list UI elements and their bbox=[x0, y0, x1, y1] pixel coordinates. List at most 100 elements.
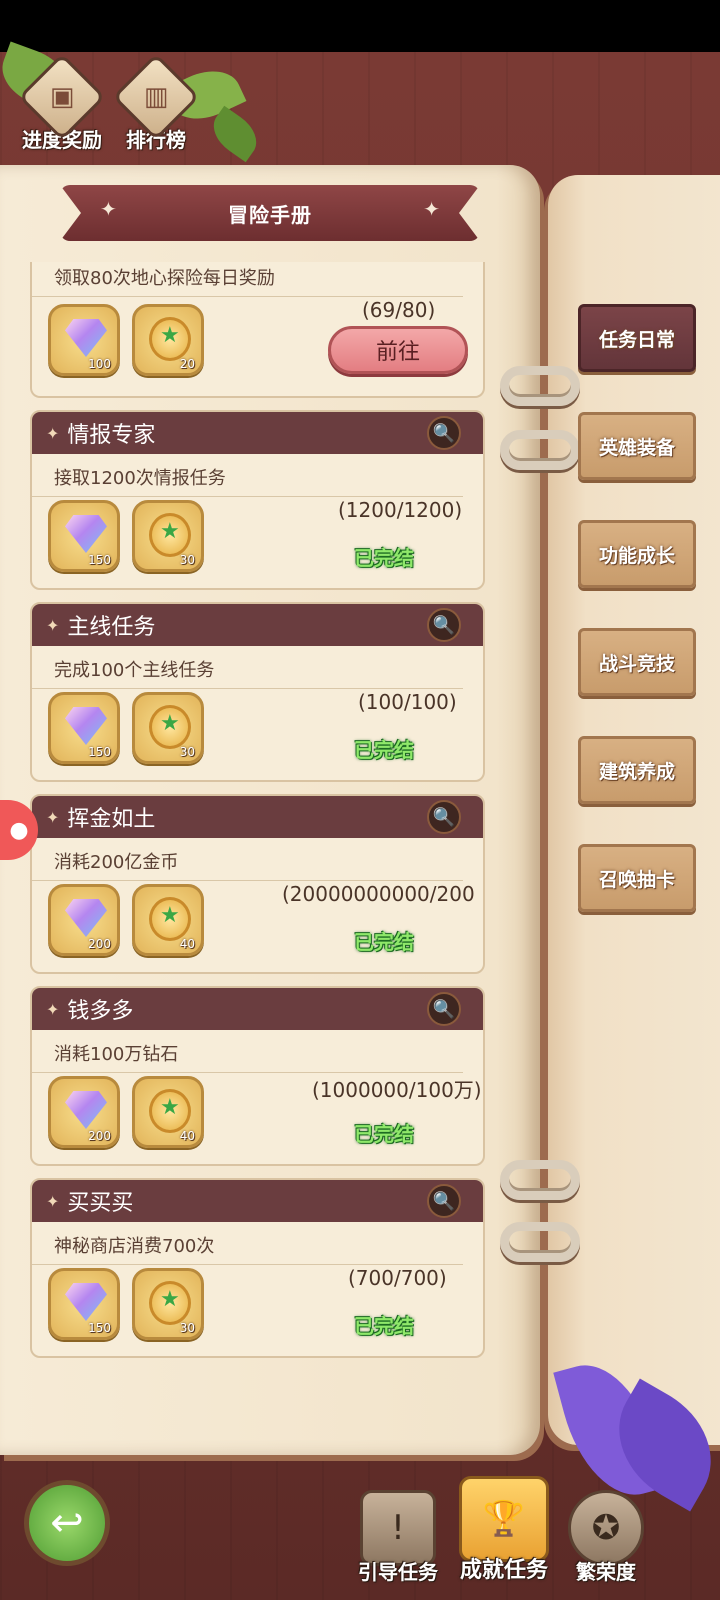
diamond-icon bbox=[65, 1283, 107, 1321]
go-button[interactable]: 前往 bbox=[328, 326, 468, 374]
medal-icon bbox=[149, 705, 191, 749]
task-description: 接取1200次情报任务 bbox=[32, 454, 463, 497]
medal-icon bbox=[149, 897, 191, 941]
task-card: 领取80次地心探险每日奖励 100 20 (69/80) 前往 bbox=[30, 262, 485, 398]
exclamation-icon: ! bbox=[360, 1490, 436, 1566]
task-progress: (100/100) bbox=[358, 690, 457, 714]
reward-gem[interactable]: 200 bbox=[48, 884, 120, 956]
reward-medal[interactable]: 20 bbox=[132, 304, 204, 376]
magnifier-icon[interactable]: 🔍 bbox=[427, 800, 461, 834]
tab-achievement-tasks[interactable]: 🏆 成就任务 bbox=[448, 1476, 560, 1584]
diamond-icon bbox=[65, 707, 107, 745]
magnifier-icon[interactable]: 🔍 bbox=[427, 1184, 461, 1218]
task-progress: (20000000000/200 bbox=[282, 882, 475, 906]
reward-gem[interactable]: 200 bbox=[48, 1076, 120, 1148]
tab-feature-growth[interactable]: 功能成长 bbox=[578, 520, 696, 588]
tab-daily-tasks[interactable]: 任务日常 bbox=[578, 304, 696, 372]
reward-quantity: 30 bbox=[179, 553, 195, 567]
magnifier-icon[interactable]: 🔍 bbox=[427, 416, 461, 450]
task-progress: (1200/1200) bbox=[338, 498, 463, 522]
task-description: 消耗200亿金币 bbox=[32, 838, 463, 881]
reward-quantity: 30 bbox=[179, 1321, 195, 1335]
reward-quantity: 150 bbox=[88, 745, 111, 759]
task-card-header: ✦ 情报专家 🔍 bbox=[32, 412, 483, 454]
task-completed-badge: 已完结 bbox=[354, 1122, 414, 1146]
task-name: 主线任务 bbox=[67, 615, 156, 640]
task-description: 领取80次地心探险每日奖励 bbox=[32, 262, 463, 297]
sparkle-icon: ✦ bbox=[423, 197, 440, 221]
reward-quantity: 30 bbox=[179, 745, 195, 759]
tab-prosperity[interactable]: ✪ 繁荣度 bbox=[558, 1490, 654, 1585]
reward-quantity: 200 bbox=[88, 937, 111, 951]
diamond-icon bbox=[65, 515, 107, 553]
tab-battle-arena[interactable]: 战斗竞技 bbox=[578, 628, 696, 696]
reward-gem[interactable]: 100 bbox=[48, 304, 120, 376]
task-card: ✦ 主线任务 🔍 完成100个主线任务 150 30 (100/100) 已完结 bbox=[30, 602, 485, 782]
title-ribbon: ✦ 冒险手册 ✦ bbox=[60, 185, 480, 241]
progress-reward-button[interactable]: ▣ 进度奖励 bbox=[12, 53, 112, 153]
task-card-header: ✦ 主线任务 🔍 bbox=[32, 604, 483, 646]
sparkle-icon: ✦ bbox=[46, 615, 60, 635]
back-arrow-icon[interactable]: ↩ bbox=[24, 1480, 110, 1566]
reward-medal[interactable]: 30 bbox=[132, 500, 204, 572]
diamond-icon bbox=[65, 899, 107, 937]
book-ring bbox=[500, 430, 580, 470]
task-card-header: ✦ 买买买 🔍 bbox=[32, 1180, 483, 1222]
medal-icon bbox=[149, 1089, 191, 1133]
tab-guide-tasks[interactable]: ! 引导任务 bbox=[350, 1490, 446, 1585]
magnifier-icon[interactable]: 🔍 bbox=[427, 608, 461, 642]
sparkle-icon: ✦ bbox=[46, 999, 60, 1019]
diamond-icon bbox=[65, 1091, 107, 1129]
reward-medal[interactable]: 40 bbox=[132, 884, 204, 956]
diamond-icon bbox=[65, 319, 107, 357]
medal-icon bbox=[149, 317, 191, 361]
task-completed-badge: 已完结 bbox=[354, 738, 414, 762]
tab-hero-equipment[interactable]: 英雄装备 bbox=[578, 412, 696, 480]
reward-gem[interactable]: 150 bbox=[48, 1268, 120, 1340]
sparkle-icon: ✦ bbox=[46, 807, 60, 827]
task-completed-badge: 已完结 bbox=[354, 546, 414, 570]
leaderboard-button[interactable]: ▥ 排行榜 bbox=[106, 53, 206, 153]
sparkle-icon: ✦ bbox=[46, 1191, 60, 1211]
task-completed-badge: 已完结 bbox=[354, 1314, 414, 1338]
reward-gem[interactable]: 150 bbox=[48, 500, 120, 572]
laurel-icon: ✪ bbox=[568, 1490, 644, 1566]
reward-quantity: 200 bbox=[88, 1129, 111, 1143]
reward-medal[interactable]: 40 bbox=[132, 1076, 204, 1148]
reward-quantity: 40 bbox=[179, 1129, 195, 1143]
reward-quantity: 150 bbox=[88, 553, 111, 567]
task-description: 完成100个主线任务 bbox=[32, 646, 463, 689]
reward-quantity: 40 bbox=[179, 937, 195, 951]
tab-label: 引导任务 bbox=[358, 1560, 438, 1584]
reward-quantity: 150 bbox=[88, 1321, 111, 1335]
magnifier-icon[interactable]: 🔍 bbox=[427, 992, 461, 1026]
reward-quantity: 100 bbox=[88, 357, 111, 371]
tab-building[interactable]: 建筑养成 bbox=[578, 736, 696, 804]
reward-gem[interactable]: 150 bbox=[48, 692, 120, 764]
page-title: 冒险手册 bbox=[228, 202, 312, 227]
tab-label: 繁荣度 bbox=[576, 1560, 636, 1584]
book-ring bbox=[500, 1222, 580, 1262]
sparkle-icon: ✦ bbox=[46, 423, 60, 443]
tab-summon[interactable]: 召唤抽卡 bbox=[578, 844, 696, 912]
task-name: 情报专家 bbox=[67, 423, 156, 448]
task-card: ✦ 钱多多 🔍 消耗100万钻石 200 40 (1000000/100万) 已… bbox=[30, 986, 485, 1166]
reward-quantity: 20 bbox=[179, 357, 195, 371]
book-ring bbox=[500, 1160, 580, 1200]
task-card-header: ✦ 挥金如土 🔍 bbox=[32, 796, 483, 838]
reward-medal[interactable]: 30 bbox=[132, 692, 204, 764]
task-description: 消耗100万钻石 bbox=[32, 1030, 463, 1073]
book-ring bbox=[500, 366, 580, 406]
task-progress-clip: (20000000000/200 bbox=[282, 876, 487, 910]
task-name: 买买买 bbox=[67, 1191, 134, 1216]
task-card: ✦ 情报专家 🔍 接取1200次情报任务 150 30 (1200/1200) … bbox=[30, 410, 485, 590]
task-card: ✦ 挥金如土 🔍 消耗200亿金币 200 40 (20000000000/20… bbox=[30, 794, 485, 974]
task-progress: (700/700) bbox=[348, 1266, 447, 1290]
status-bar bbox=[0, 0, 720, 52]
reward-medal[interactable]: 30 bbox=[132, 1268, 204, 1340]
task-completed-badge: 已完结 bbox=[354, 930, 414, 954]
task-card: ✦ 买买买 🔍 神秘商店消费700次 150 30 (700/700) 已完结 bbox=[30, 1178, 485, 1358]
task-progress: (1000000/100万) bbox=[312, 1078, 482, 1102]
task-card-header: ✦ 钱多多 🔍 bbox=[32, 988, 483, 1030]
medal-icon bbox=[149, 1281, 191, 1325]
